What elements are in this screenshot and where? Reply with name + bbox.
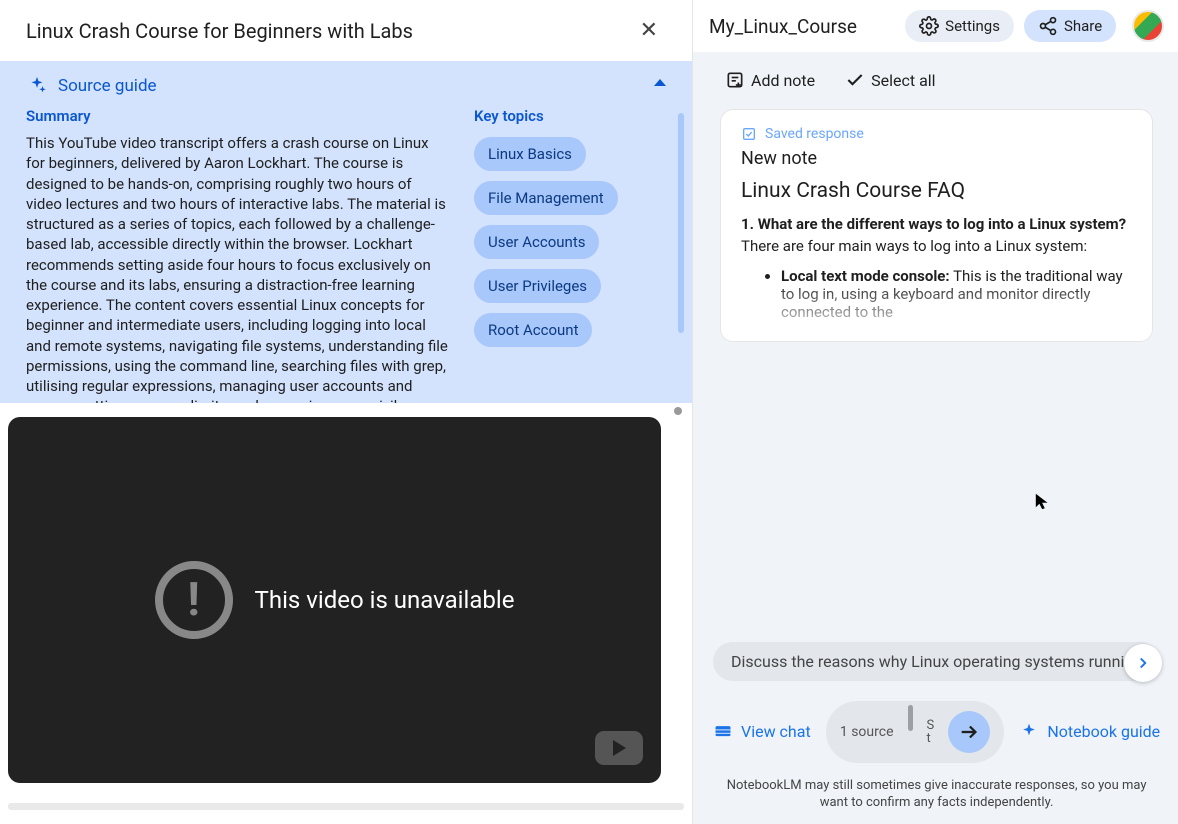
avatar[interactable]: [1132, 10, 1164, 42]
sparkle-icon: [26, 75, 48, 97]
scrollbar[interactable]: [908, 705, 913, 731]
close-icon[interactable]: ✕: [632, 14, 666, 47]
suggestion-next-button[interactable]: [1124, 644, 1162, 682]
source-count: 1 source: [840, 724, 894, 740]
topic-chip[interactable]: File Management: [474, 181, 618, 215]
disclaimer-text: NotebookLM may still sometimes give inac…: [713, 777, 1160, 812]
saved-response-label: Saved response: [765, 126, 864, 142]
page-title: Linux Crash Course for Beginners with La…: [26, 19, 413, 43]
gear-icon: [919, 16, 939, 36]
view-chat-button[interactable]: View chat: [713, 722, 811, 742]
topic-chip[interactable]: User Accounts: [474, 225, 599, 259]
view-chat-label: View chat: [741, 722, 811, 741]
topic-chip[interactable]: Root Account: [474, 313, 592, 347]
source-guide-label: Source guide: [58, 76, 157, 96]
settings-label: Settings: [945, 17, 1000, 35]
new-note-label: New note: [741, 148, 1132, 169]
add-note-icon: [725, 70, 745, 90]
chevron-up-icon[interactable]: [654, 79, 666, 86]
compose-bar[interactable]: 1 source S t: [826, 701, 1004, 763]
add-note-label: Add note: [751, 71, 815, 90]
share-button[interactable]: Share: [1024, 10, 1116, 42]
send-button[interactable]: [948, 711, 990, 753]
note-question: 1. What are the different ways to log in…: [741, 215, 1132, 233]
note-card[interactable]: Saved response New note Linux Crash Cour…: [721, 110, 1152, 341]
notebook-guide-button[interactable]: Notebook guide: [1019, 722, 1160, 742]
left-panel: Linux Crash Course for Beginners with La…: [0, 0, 693, 824]
chat-icon: [713, 722, 733, 742]
sparkle-icon: [1019, 722, 1039, 742]
left-header: Linux Crash Course for Beginners with La…: [0, 0, 692, 61]
share-icon: [1038, 16, 1058, 36]
note-heading: Linux Crash Course FAQ: [741, 179, 1132, 203]
error-icon: [155, 561, 233, 639]
suggestion-chip[interactable]: Discuss the reasons why Linux operating …: [713, 642, 1160, 681]
summary-heading: Summary: [26, 107, 450, 125]
cursor-icon: [1034, 492, 1052, 510]
note-intro: There are four main ways to log into a L…: [741, 237, 1132, 255]
key-topics-heading: Key topics: [474, 107, 666, 125]
select-all-button[interactable]: Select all: [845, 70, 935, 90]
settings-button[interactable]: Settings: [905, 10, 1014, 42]
right-header: My_Linux_Course Settings Share: [693, 0, 1178, 52]
select-all-label: Select all: [871, 71, 935, 90]
chevron-right-icon: [1134, 654, 1152, 672]
add-note-button[interactable]: Add note: [725, 70, 815, 90]
scrollbar[interactable]: [678, 113, 684, 333]
source-guide-section: Source guide Summary This YouTube video …: [0, 61, 692, 403]
saved-response-icon: [741, 126, 757, 142]
check-icon: [845, 70, 865, 90]
notebook-guide-label: Notebook guide: [1047, 722, 1160, 741]
topic-chip[interactable]: Linux Basics: [474, 137, 586, 171]
video-error-text: This video is unavailable: [255, 586, 515, 614]
youtube-icon[interactable]: [595, 731, 643, 765]
share-label: Share: [1064, 17, 1102, 35]
summary-text: This YouTube video transcript offers a c…: [26, 133, 450, 403]
scrollbar[interactable]: [8, 803, 684, 810]
arrow-right-icon: [958, 721, 980, 743]
video-player[interactable]: This video is unavailable: [8, 417, 661, 783]
notebook-title[interactable]: My_Linux_Course: [709, 15, 857, 38]
topic-chip[interactable]: User Privileges: [474, 269, 601, 303]
right-panel: My_Linux_Course Settings Share Add note …: [693, 0, 1178, 824]
status-dot: [674, 407, 682, 415]
prompt-fragment: S t: [927, 719, 935, 745]
